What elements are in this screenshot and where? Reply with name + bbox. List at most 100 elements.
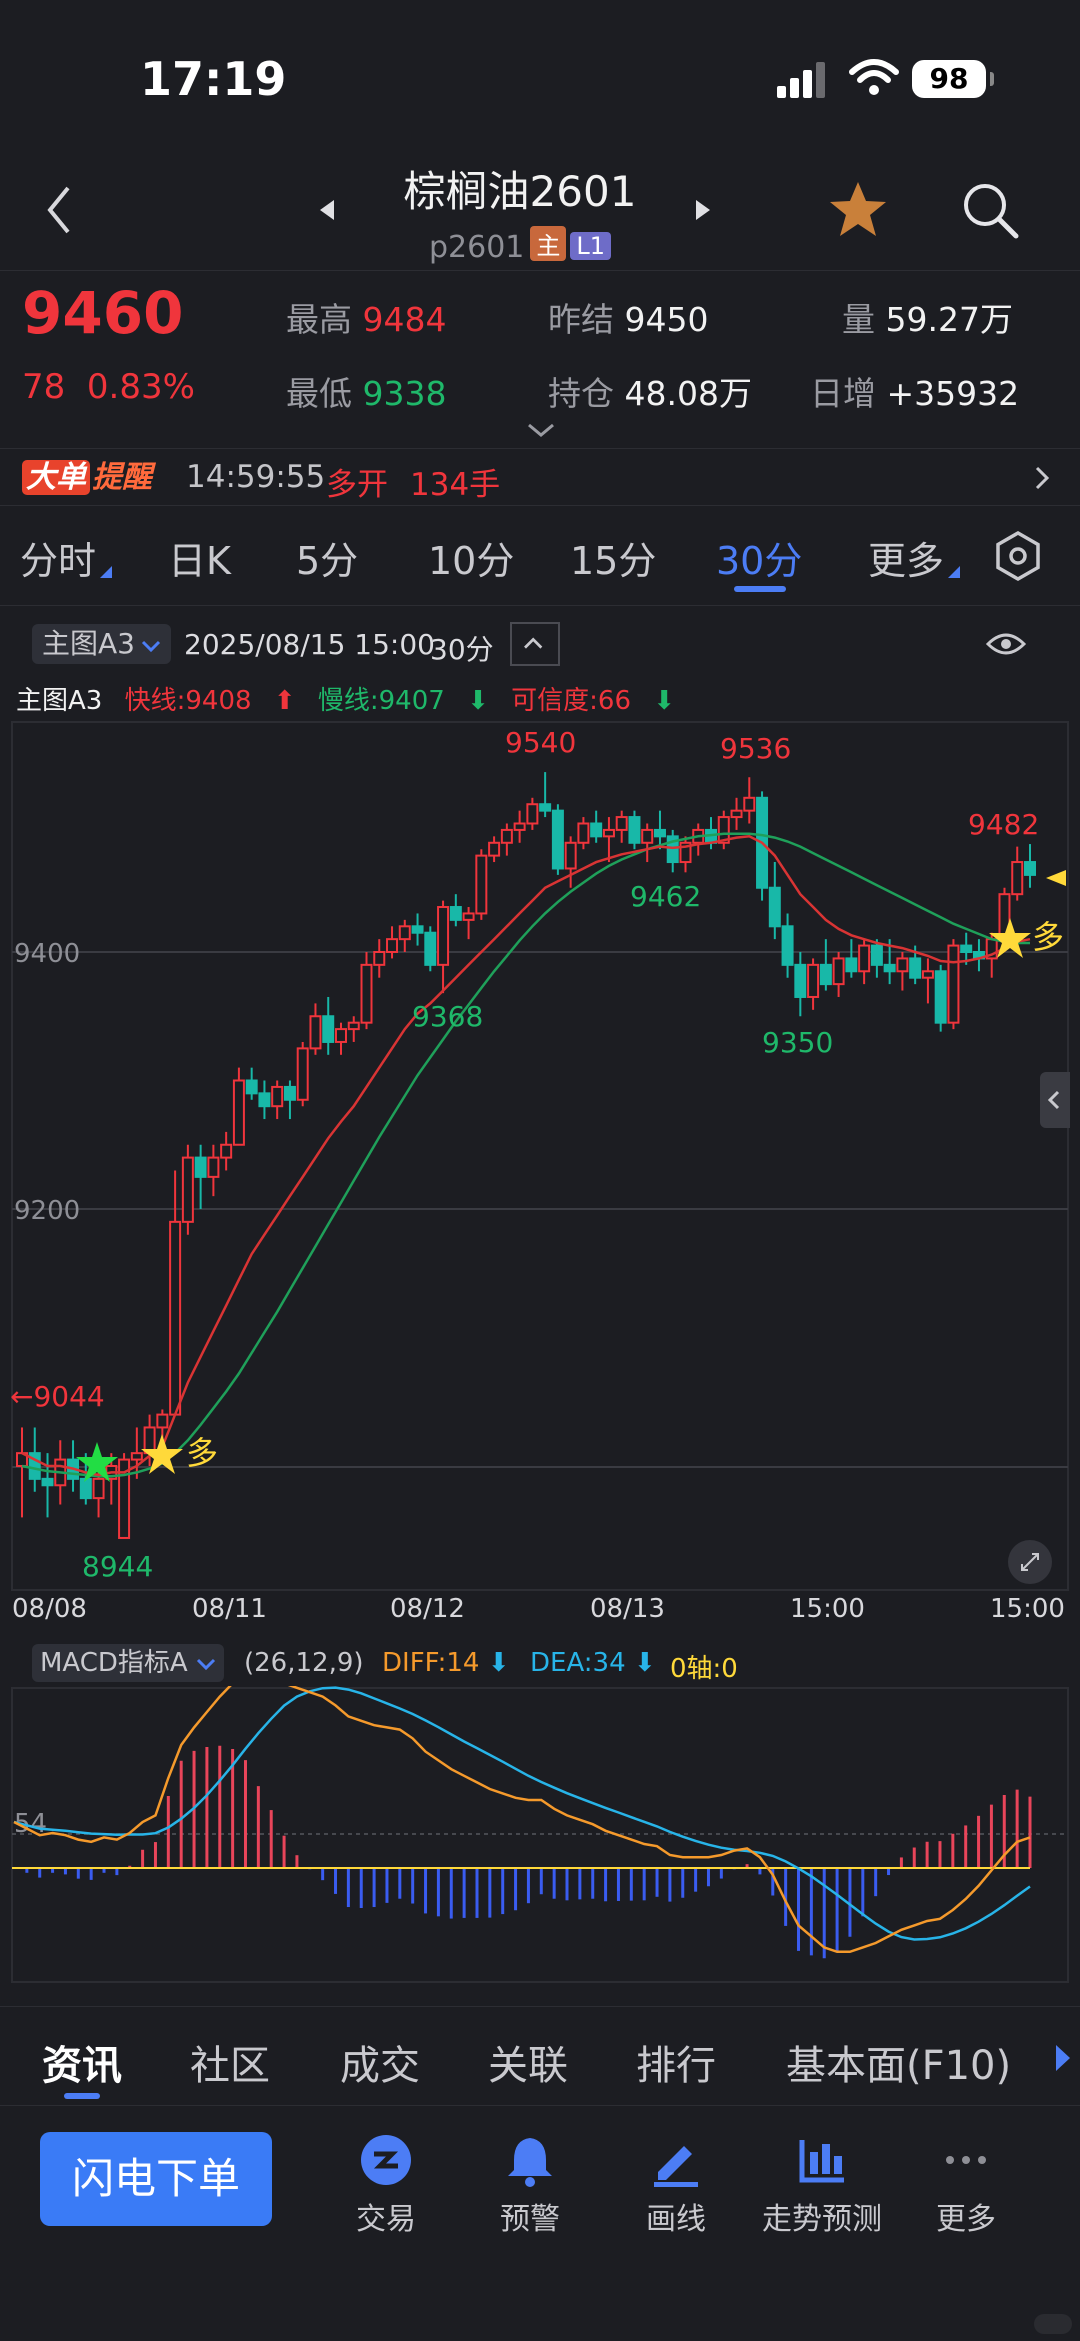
tab-deals[interactable]: 成交 xyxy=(340,2033,420,2091)
candle-body xyxy=(934,970,947,1024)
back-arrow-icon[interactable] xyxy=(40,180,80,240)
candle-body xyxy=(577,822,590,844)
candle-body xyxy=(475,854,488,915)
tab-15min[interactable]: 15分 xyxy=(570,530,656,585)
candle-body xyxy=(819,963,832,986)
scroll-right-icon[interactable] xyxy=(1054,2043,1072,2073)
indicator-dropdown[interactable]: 主图A3 xyxy=(32,624,171,664)
alert-action: 多开 xyxy=(326,467,388,503)
tab-30min[interactable]: 30分 xyxy=(716,530,802,585)
candle-body xyxy=(398,925,411,941)
candle-body xyxy=(130,1452,143,1461)
status-clock: 17:19 xyxy=(140,52,287,106)
candle-body xyxy=(615,816,628,831)
active-tab-indicator xyxy=(734,586,786,592)
tab-news[interactable]: 资讯 xyxy=(42,2033,122,2091)
price-alert-button[interactable]: 预警 xyxy=(460,2132,600,2252)
pen-icon xyxy=(654,2146,698,2187)
candle-body xyxy=(807,963,820,998)
candle-body xyxy=(513,822,526,831)
alert-time: 14:59:55 xyxy=(186,459,326,495)
x-tick: 08/08 xyxy=(12,1594,87,1624)
candle-body xyxy=(1024,861,1036,876)
eye-icon[interactable] xyxy=(985,628,1027,660)
chevron-down-icon xyxy=(141,640,161,653)
quote-panel: 9460 78 0.83% 最高 9484 最低 9338 昨结 9450 持仓… xyxy=(0,270,1080,448)
tab-5min[interactable]: 5分 xyxy=(296,530,358,585)
chevron-right-icon[interactable] xyxy=(1034,465,1050,491)
low-label: 8944 xyxy=(82,1550,153,1583)
chart-settings-icon[interactable] xyxy=(992,530,1044,582)
candle-body xyxy=(347,1021,360,1031)
candle-body xyxy=(79,1477,92,1500)
candle-body xyxy=(539,803,552,812)
candle-body xyxy=(156,1413,169,1429)
status-bar: 17:19 98 xyxy=(0,0,1080,150)
macd-chart[interactable]: 54 xyxy=(0,1686,1080,1986)
low-value: 9338 xyxy=(362,374,447,413)
trough-label: 9368 xyxy=(412,1000,483,1033)
change-value: 78 xyxy=(22,367,66,407)
last-price: 9460 xyxy=(22,279,184,347)
flash-order-button[interactable]: 闪电下单 xyxy=(40,2132,272,2226)
current-price-marker-icon xyxy=(1046,870,1066,886)
open-interest-value: 48.08万 xyxy=(624,374,752,413)
candle-body xyxy=(628,816,641,844)
candle-body xyxy=(424,931,437,966)
candle-body xyxy=(883,963,896,973)
volume-row: 量 59.27万 xyxy=(842,300,1013,339)
macd-zero-axis: 0轴:0 xyxy=(670,1654,738,1684)
side-panel-toggle[interactable] xyxy=(1040,1072,1070,1128)
draw-line-button[interactable]: 画线 xyxy=(606,2132,746,2252)
dea-line xyxy=(13,1686,1031,1941)
low-row: 最低 9338 xyxy=(286,374,447,413)
x-tick: 15:00 xyxy=(790,1594,865,1624)
trend-forecast-button[interactable]: 走势预测 xyxy=(752,2132,892,2252)
expand-chevron-icon[interactable] xyxy=(526,421,556,441)
nav-bar: 棕榈油2601 p2601 主 L1 xyxy=(0,150,1080,270)
trade-button[interactable]: 交易 xyxy=(316,2132,456,2252)
candle-body xyxy=(232,1079,245,1146)
forecast-label: 走势预测 xyxy=(762,2202,882,2237)
contract-code-row: p2601 主 L1 xyxy=(330,226,710,265)
tab-timeshare[interactable]: 分时 xyxy=(20,530,96,585)
candle-body xyxy=(488,841,501,857)
battery-indicator: 98 xyxy=(912,60,994,98)
candlestick-chart[interactable]: 9400 9200 9540 9536 9482 8944 9368 9462 … xyxy=(0,712,1080,1592)
tab-daily-k[interactable]: 日K xyxy=(168,530,231,585)
tab-10min[interactable]: 10分 xyxy=(428,530,514,585)
change-percent: 0.83% xyxy=(86,367,195,407)
next-contract-icon[interactable] xyxy=(694,198,712,222)
high-value: 9484 xyxy=(362,300,447,339)
x-tick: 08/11 xyxy=(192,1594,267,1624)
candle-body xyxy=(373,951,386,966)
tab-community[interactable]: 社区 xyxy=(190,2033,270,2091)
volume-value: 59.27万 xyxy=(885,300,1013,339)
tab-ranking[interactable]: 排行 xyxy=(636,2033,716,2091)
favorite-star-icon[interactable] xyxy=(826,178,890,242)
main-contract-tag: 主 xyxy=(530,226,567,261)
macd-dropdown[interactable]: MACD指标A xyxy=(32,1644,224,1682)
x-axis: 08/08 08/11 08/12 08/13 15:00 15:00 xyxy=(0,1594,1080,1628)
alert-badge: 大单 提醒 xyxy=(22,459,152,497)
tab-fundamentals[interactable]: 基本面(F10) xyxy=(786,2033,1011,2091)
candle-body xyxy=(858,944,871,973)
tab-related[interactable]: 关联 xyxy=(488,2033,568,2091)
candle-body xyxy=(220,1143,233,1159)
active-tab-indicator xyxy=(64,2093,100,2099)
candle-body xyxy=(602,828,615,838)
candle-body xyxy=(449,906,462,921)
cellular-signal-icon xyxy=(777,62,825,98)
tab-more[interactable]: 更多 xyxy=(868,530,944,585)
y-tick-9400: 9400 xyxy=(14,939,80,969)
chart-period: 30分 xyxy=(430,633,494,666)
collapse-button[interactable] xyxy=(510,622,560,666)
more-actions-button[interactable]: 更多 xyxy=(896,2132,1036,2252)
big-order-alert[interactable]: 大单 提醒 14:59:55 多开 134手 xyxy=(0,448,1080,506)
macd-diff: DIFF:14 ⬇ xyxy=(382,1648,510,1678)
candle-body xyxy=(334,1028,347,1043)
search-icon[interactable] xyxy=(958,178,1022,242)
candle-body xyxy=(309,1015,322,1050)
prev-settle-row: 昨结 9450 xyxy=(548,300,709,339)
alert-quantity: 134手 xyxy=(410,467,501,503)
